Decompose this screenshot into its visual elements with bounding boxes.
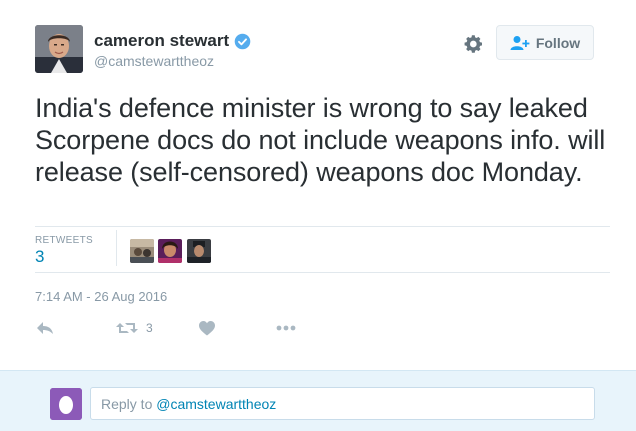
tweet-text: India's defence minister is wrong to say… — [35, 93, 606, 187]
heart-icon — [199, 320, 215, 335]
stats-separator — [116, 230, 117, 266]
reply-input[interactable]: Reply to @camstewarttheoz — [90, 387, 595, 420]
retweeter-avatar[interactable] — [130, 239, 154, 263]
retweets-count[interactable]: 3 — [35, 247, 44, 267]
retweeter-avatar-image — [187, 239, 211, 263]
retweet-count: 3 — [146, 321, 153, 335]
follow-button-label: Follow — [535, 34, 581, 51]
tweet-timestamp[interactable]: 7:14 AM - 26 Aug 2016 — [35, 289, 167, 304]
author-avatar[interactable] — [35, 25, 83, 73]
stats-divider-top — [35, 226, 610, 227]
more-dots-icon — [276, 325, 296, 331]
follow-button[interactable]: Follow — [496, 25, 594, 60]
reply-button[interactable] — [36, 318, 54, 338]
retweet-button[interactable]: 3 — [116, 318, 153, 338]
retweeter-avatar-image — [130, 239, 154, 263]
author-name[interactable]: cameron stewart — [94, 31, 229, 51]
reply-area: Reply to @camstewarttheoz — [0, 370, 636, 431]
reply-prefix: Reply to — [101, 396, 157, 412]
retweet-icon — [116, 323, 138, 333]
add-user-icon — [510, 35, 530, 50]
retweets-label: RETWEETS — [35, 235, 93, 246]
more-button[interactable] — [276, 318, 296, 338]
tweet-card: cameron stewart @camstewarttheoz Follow … — [0, 0, 636, 370]
reply-arrow-icon — [37, 322, 53, 334]
author-name-row: cameron stewart — [94, 31, 251, 51]
retweeter-avatar[interactable] — [187, 239, 211, 263]
author-avatar-image — [35, 25, 83, 73]
retweeter-avatar-image — [158, 239, 182, 263]
retweeter-avatar[interactable] — [158, 239, 182, 263]
like-button[interactable] — [199, 318, 215, 338]
my-avatar[interactable] — [50, 388, 82, 420]
gear-icon[interactable] — [464, 34, 484, 54]
reply-mention: @camstewarttheoz — [156, 396, 277, 412]
verified-badge-icon — [234, 33, 251, 49]
default-egg-icon — [50, 388, 82, 420]
stats-divider-bottom — [35, 272, 610, 273]
author-handle[interactable]: @camstewarttheoz — [94, 53, 214, 69]
